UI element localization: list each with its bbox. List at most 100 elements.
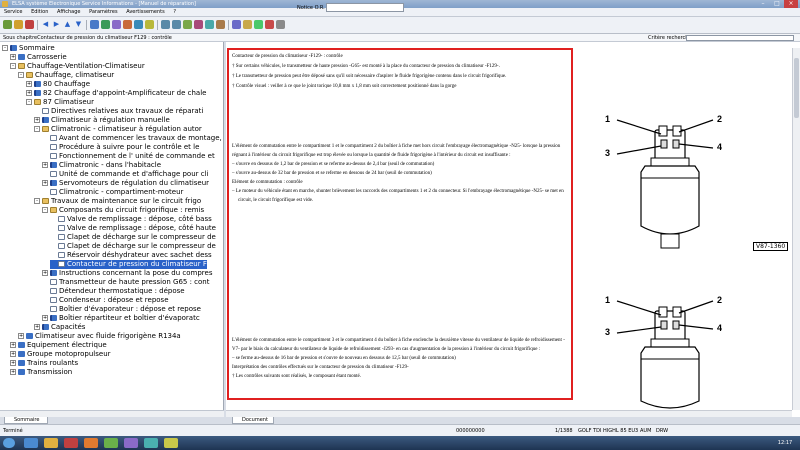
tree-item[interactable]: + Carrosserie <box>10 53 67 62</box>
tree-item[interactable]: + Climatiseur à régulation manuelle <box>34 116 170 125</box>
collapse-icon[interactable]: - <box>18 72 24 78</box>
menu-edition[interactable]: Edition <box>31 9 48 15</box>
notice-input[interactable] <box>326 3 404 12</box>
back-arrow-icon[interactable]: ◀ <box>41 20 50 29</box>
expand-icon[interactable]: + <box>10 360 16 366</box>
tab-document[interactable]: Document <box>232 417 274 424</box>
tree-item[interactable]: Contacteur de pression du climatiseur F <box>50 260 207 269</box>
list-icon[interactable] <box>276 20 285 29</box>
expand-icon[interactable]: + <box>10 54 16 60</box>
collapse-icon[interactable]: - <box>26 99 32 105</box>
bookmark-icon[interactable] <box>183 20 192 29</box>
expand-icon[interactable]: + <box>42 162 48 168</box>
menu-affichage[interactable]: Affichage <box>57 9 81 15</box>
collapse-icon[interactable]: - <box>34 126 40 132</box>
tree-item[interactable]: +80 Chauffage <box>26 80 90 89</box>
document-icon[interactable] <box>232 20 241 29</box>
maximize-button[interactable]: □ <box>770 0 784 8</box>
expand-icon[interactable]: + <box>34 117 40 123</box>
book-icon[interactable] <box>112 20 121 29</box>
tree-item[interactable]: - Climatronic - climatiseur à régulation … <box>34 125 202 134</box>
tree-item[interactable]: Procédure à suivre pour le contrôle et l… <box>42 143 199 152</box>
tree-item[interactable]: + Boîtier répartiteur et boîtier d'évapor… <box>42 314 200 323</box>
tree-item[interactable]: + Servomoteurs de régulation du climatise… <box>42 179 209 188</box>
down-arrow-icon[interactable]: ▼ <box>74 20 83 29</box>
expand-icon[interactable]: + <box>18 333 24 339</box>
expand-icon[interactable]: + <box>10 351 16 357</box>
app-icon[interactable] <box>144 438 158 448</box>
collapse-icon[interactable]: - <box>10 63 16 69</box>
checklist-icon[interactable] <box>254 20 263 29</box>
minimize-button[interactable]: – <box>756 0 770 8</box>
tree-item[interactable]: Détendeur thermostatique : dépose <box>42 287 185 296</box>
tree-item[interactable]: + Groupe motopropulseur <box>10 350 111 359</box>
menu-parametres[interactable]: Paramètres <box>89 9 118 15</box>
tree-item[interactable]: Valve de remplissage : dépose, côté bass <box>50 215 212 224</box>
tree-item[interactable]: + Transmission <box>10 368 72 377</box>
tree-item[interactable]: - 87 Climatiseur <box>26 98 94 107</box>
zoom-in-icon[interactable] <box>161 20 170 29</box>
media-icon[interactable] <box>64 438 78 448</box>
tree-item[interactable]: - Composants du circuit frigorifique : re… <box>42 206 204 215</box>
expand-icon[interactable]: + <box>26 90 32 96</box>
firefox-icon[interactable] <box>84 438 98 448</box>
tree-item[interactable]: Réservoir déshydrateur avec sachet dess <box>50 251 212 260</box>
tree-item[interactable]: - Travaux de maintenance sur le circuit f… <box>34 197 201 206</box>
home-icon[interactable] <box>3 20 12 29</box>
tree-item[interactable]: - Sommaire <box>2 44 55 53</box>
tree-item[interactable]: Clapet de décharge sur le compresseur de <box>50 242 216 251</box>
close-button[interactable]: × <box>784 0 798 8</box>
info-icon[interactable] <box>134 20 143 29</box>
forward-arrow-icon[interactable]: ▶ <box>52 20 61 29</box>
expand-icon[interactable]: + <box>10 342 16 348</box>
tools-icon[interactable] <box>123 20 132 29</box>
menu-avertissements[interactable]: Avertissements <box>126 9 165 15</box>
tree-item[interactable]: Avant de commencer les travaux de montag… <box>42 134 222 143</box>
tree-item[interactable]: + Instructions concernant la pose du comp… <box>42 269 213 278</box>
up-arrow-icon[interactable]: ▲ <box>63 20 72 29</box>
expand-icon[interactable]: + <box>26 81 32 87</box>
warning-icon[interactable] <box>145 20 154 29</box>
tree-item[interactable]: + Equipement électrique <box>10 341 107 350</box>
folder-open-icon[interactable] <box>14 20 23 29</box>
notes-icon[interactable] <box>243 20 252 29</box>
search-input[interactable] <box>686 35 794 41</box>
settings-icon[interactable] <box>205 20 214 29</box>
export-icon[interactable] <box>216 20 225 29</box>
menu-help[interactable]: ? <box>173 9 176 15</box>
stop-icon[interactable] <box>25 20 34 29</box>
expand-icon[interactable]: + <box>42 270 48 276</box>
document-vertical-scrollbar[interactable] <box>792 48 800 410</box>
print-icon[interactable] <box>90 20 99 29</box>
tree-item[interactable]: Clapet de décharge sur le compresseur de <box>50 233 216 242</box>
start-button-icon[interactable] <box>3 438 15 448</box>
tree-item[interactable]: + Trains roulants <box>10 359 78 368</box>
tree-item[interactable]: - Chauffage, climatiseur <box>18 71 114 80</box>
collapse-icon[interactable]: - <box>2 45 8 51</box>
refresh-icon[interactable] <box>101 20 110 29</box>
explorer-icon[interactable] <box>44 438 58 448</box>
zoom-out-icon[interactable] <box>172 20 181 29</box>
tree-item[interactable]: + Climatronic - dans l'habitacle <box>42 161 161 170</box>
expand-icon[interactable]: + <box>34 324 40 330</box>
tree-item[interactable]: Directives relatives aux travaux de répa… <box>34 107 203 116</box>
tree-item[interactable]: - Chauffage-Ventilation-Climatiseur <box>10 62 145 71</box>
app-icon[interactable] <box>124 438 138 448</box>
search-icon[interactable] <box>194 20 203 29</box>
scroll-thumb[interactable] <box>794 58 799 118</box>
collapse-icon[interactable]: - <box>42 207 48 213</box>
elsa-task-icon[interactable] <box>164 438 178 448</box>
delete-icon[interactable] <box>265 20 274 29</box>
tab-sommaire[interactable]: Sommaire <box>4 417 48 424</box>
expand-icon[interactable]: + <box>42 315 48 321</box>
document-horizontal-scrollbar[interactable] <box>226 410 792 417</box>
tree-item[interactable]: Climatronic - compartiment-moteur <box>42 188 183 197</box>
tree-item[interactable]: Condenseur : dépose et repose <box>42 296 169 305</box>
tree-item[interactable]: Valve de remplissage : dépose, côté haut… <box>50 224 216 233</box>
expand-icon[interactable]: + <box>10 369 16 375</box>
tree-item[interactable]: + Capacités <box>34 323 85 332</box>
app-icon[interactable] <box>104 438 118 448</box>
tree-item[interactable]: Unité de commande et d'affichage pour cl… <box>42 170 208 179</box>
collapse-icon[interactable]: - <box>34 198 40 204</box>
tree-item[interactable]: + Climatiseur avec fluide frigorigène R13… <box>18 332 181 341</box>
